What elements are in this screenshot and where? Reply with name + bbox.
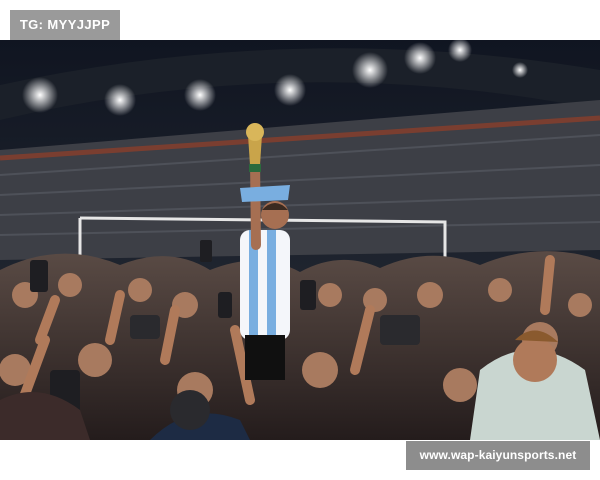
image-canvas: TG: MYYJJPP www.wap-kaiyunsports.net — [0, 0, 600, 480]
scarf — [240, 185, 290, 202]
website-watermark-badge: www.wap-kaiyunsports.net — [406, 441, 590, 470]
celebration-photo — [0, 40, 600, 440]
photo-illustration — [0, 40, 600, 440]
telegram-tag-badge: TG: MYYJJPP — [10, 10, 120, 40]
